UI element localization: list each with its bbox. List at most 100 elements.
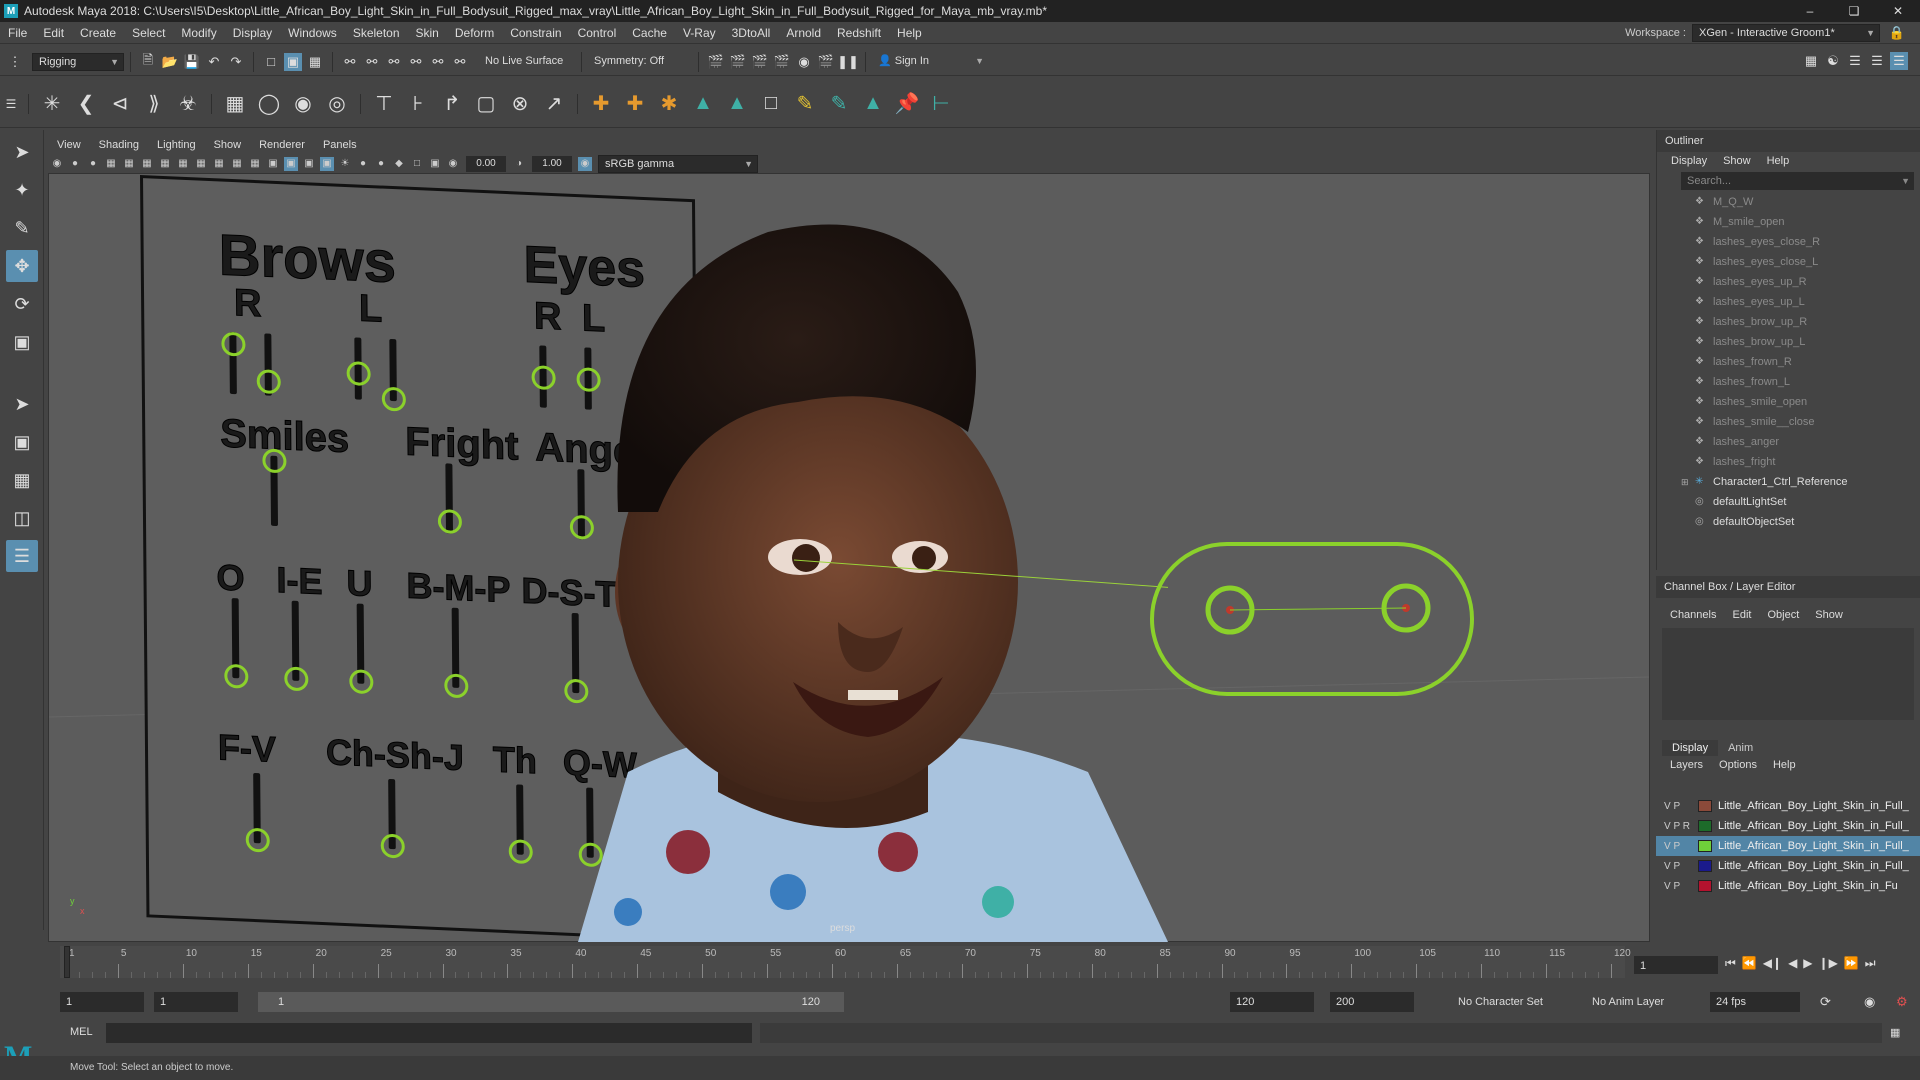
play-forward-icon[interactable]: ▶: [1803, 956, 1812, 971]
render-frame-icon[interactable]: 🎬: [707, 53, 725, 71]
snap-pivot-icon[interactable]: ⚯: [451, 53, 469, 71]
slider-knob[interactable]: [262, 448, 287, 474]
outliner-menu-help[interactable]: Help: [1759, 155, 1798, 167]
command-language[interactable]: MEL: [70, 1026, 93, 1038]
image-plane-icon[interactable]: ▦: [104, 157, 118, 171]
xray-joints-icon[interactable]: ▣: [302, 157, 316, 171]
layer-vp-toggles[interactable]: V P R: [1664, 821, 1698, 832]
resolution-gate-icon[interactable]: ▦: [140, 157, 154, 171]
grid-toggle-icon[interactable]: ▦: [158, 157, 172, 171]
use-lights-icon[interactable]: ▦: [230, 157, 244, 171]
menu-control[interactable]: Control: [570, 22, 625, 44]
snap-grid-icon[interactable]: ⚯: [341, 53, 359, 71]
character-controls-icon[interactable]: ☯: [1824, 52, 1842, 70]
snap-curve-icon[interactable]: ⚯: [363, 53, 381, 71]
go-to-end-icon[interactable]: ⏭: [1865, 956, 1876, 971]
hypershade-icon[interactable]: ◉: [795, 53, 813, 71]
current-frame-field[interactable]: 1: [1634, 956, 1718, 974]
pause-render-icon[interactable]: ❚❚: [837, 53, 859, 71]
close-icon[interactable]: ✕: [1876, 0, 1920, 22]
motion-blur-icon[interactable]: ●: [374, 157, 388, 171]
render-settings-icon[interactable]: 🎬: [773, 53, 791, 71]
scale-tool-icon[interactable]: ▣: [6, 326, 38, 358]
playback-start-field[interactable]: 1: [154, 992, 238, 1012]
outliner-item-light-set[interactable]: ◎ defaultLightSet: [1657, 492, 1920, 512]
xray-icon[interactable]: ▣: [284, 156, 298, 171]
outliner-item[interactable]: ❖ lashes_eyes_close_R: [1657, 232, 1920, 252]
bind-skin-icon[interactable]: ▦: [221, 90, 249, 118]
undo-icon[interactable]: ↶: [205, 53, 223, 71]
slider-knob[interactable]: [437, 509, 462, 535]
wrap-icon[interactable]: ◎: [323, 90, 351, 118]
rotate-tool-icon[interactable]: ⟳: [6, 288, 38, 320]
character-model[interactable]: [568, 212, 1168, 942]
redo-icon[interactable]: ↷: [227, 53, 245, 71]
anim-layer-dropdown[interactable]: No Anim Layer: [1586, 992, 1698, 1012]
playback-end-field[interactable]: 120: [1230, 992, 1314, 1012]
anim-start-field[interactable]: 1: [60, 992, 144, 1012]
paint-select-icon[interactable]: ✎: [6, 212, 38, 244]
outliner-item[interactable]: ❖ lashes_frown_L: [1657, 372, 1920, 392]
lattice-icon[interactable]: ◉: [289, 90, 317, 118]
layer-menu-options[interactable]: Options: [1711, 759, 1765, 771]
new-scene-icon[interactable]: 🗎: [139, 52, 157, 71]
snap-view-icon[interactable]: ⚯: [407, 53, 425, 71]
time-ruler[interactable]: 1 5 10 15 20 25 30 35 40 45 50 55 60 65 70 75 80 85 90 95 10…: [60, 946, 1631, 978]
locator-icon[interactable]: ✚: [587, 90, 615, 118]
deformer-icon[interactable]: ▲: [859, 90, 887, 118]
slider-knob[interactable]: [380, 833, 405, 859]
command-input[interactable]: [106, 1023, 752, 1043]
script-editor-icon[interactable]: ▦: [1890, 1026, 1900, 1039]
layer-row[interactable]: V P R Little_African_Boy_Light_Skin_in_Fu…: [1656, 816, 1920, 836]
film-gate-icon[interactable]: ▦: [122, 157, 136, 171]
modeling-toolkit-icon[interactable]: ▦: [1802, 52, 1820, 70]
isolate-icon[interactable]: ☀: [338, 157, 352, 171]
attribute-editor-icon[interactable]: ☰: [1846, 52, 1864, 70]
menu-modify[interactable]: Modify: [173, 22, 224, 44]
insert-joint-icon[interactable]: ⟫: [140, 90, 168, 118]
tool-settings-icon[interactable]: ☰: [1868, 52, 1886, 70]
outliner-item[interactable]: ❖ lashes_frown_R: [1657, 352, 1920, 372]
layer-row[interactable]: V P Little_African_Boy_Light_Skin_in_Full…: [1656, 796, 1920, 816]
layer-vp-toggles[interactable]: V P: [1664, 841, 1698, 852]
layout-two-icon[interactable]: ◫: [6, 502, 38, 534]
layer-menu-layers[interactable]: Layers: [1662, 759, 1711, 771]
loop-icon[interactable]: ⟳: [1820, 994, 1831, 1010]
ik-handle-icon[interactable]: ❮: [72, 90, 100, 118]
vp-menu-lighting[interactable]: Lighting: [148, 136, 205, 154]
camera-lock-icon[interactable]: ●: [68, 157, 82, 171]
maximize-icon[interactable]: ❏: [1832, 0, 1876, 22]
go-to-start-icon[interactable]: ⏮: [1725, 956, 1736, 971]
layer-vp-toggles[interactable]: V P: [1664, 801, 1698, 812]
outliner-menu-display[interactable]: Display: [1663, 155, 1715, 167]
isolate-select-icon[interactable]: ▣: [428, 157, 442, 171]
point-constraint-icon[interactable]: ⊦: [404, 90, 432, 118]
layer-vp-toggles[interactable]: V P: [1664, 881, 1698, 892]
lasso-tool-icon[interactable]: ✦: [6, 174, 38, 206]
menu-skin[interactable]: Skin: [408, 22, 447, 44]
slider-knob[interactable]: [349, 669, 374, 695]
anim-end-field[interactable]: 200: [1330, 992, 1414, 1012]
textured-icon[interactable]: ▦: [212, 157, 226, 171]
cb-menu-edit[interactable]: Edit: [1724, 609, 1759, 621]
outliner-item-object-set[interactable]: ◎ defaultObjectSet: [1657, 512, 1920, 532]
parent-constraint-icon[interactable]: ⊤: [370, 90, 398, 118]
menu-create[interactable]: Create: [72, 22, 124, 44]
outliner-item[interactable]: ❖ lashes_eyes_up_L: [1657, 292, 1920, 312]
color-management-icon[interactable]: ◉: [578, 156, 592, 171]
fps-dropdown[interactable]: 24 fps: [1710, 992, 1800, 1012]
outliner-item[interactable]: ❖ lashes_brow_up_L: [1657, 332, 1920, 352]
create-joint-icon[interactable]: ✳: [38, 90, 66, 118]
wireframe-icon[interactable]: ▦: [176, 157, 190, 171]
outliner-item[interactable]: ❖ lashes_anger: [1657, 432, 1920, 452]
render-seq-icon[interactable]: 🎬: [729, 53, 747, 71]
last-tool-icon[interactable]: ➤: [6, 388, 38, 420]
auto-key-icon[interactable]: ◉: [1864, 994, 1875, 1010]
ik-spline-icon[interactable]: ⊲: [106, 90, 134, 118]
slider-knob[interactable]: [256, 369, 281, 395]
sign-in-button[interactable]: 👤 Sign In ▼: [872, 52, 988, 71]
outliner-item[interactable]: ❖ lashes_brow_up_R: [1657, 312, 1920, 332]
menu-help[interactable]: Help: [889, 22, 930, 44]
workspace-dropdown[interactable]: XGen - Interactive Groom1* ▼: [1692, 24, 1880, 42]
slider-knob[interactable]: [508, 839, 533, 865]
